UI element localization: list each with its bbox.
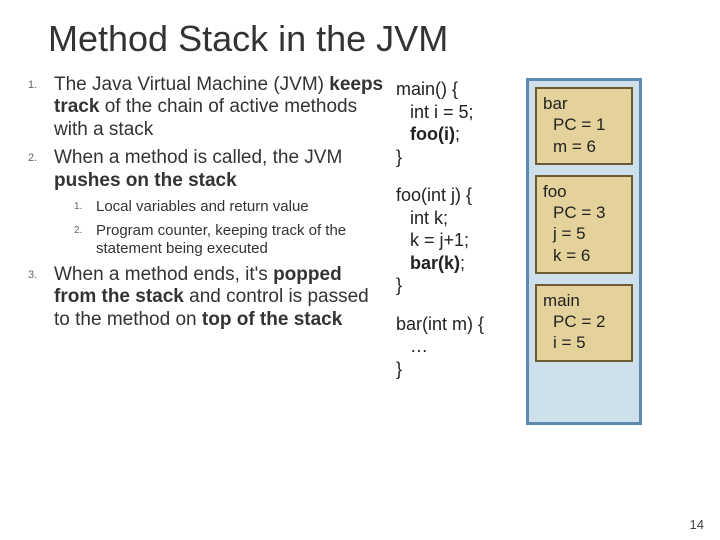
bullet-text: Local variables and return value bbox=[96, 198, 309, 216]
code-line: k = j+1; bbox=[396, 229, 516, 252]
code-call: bar(k) bbox=[410, 253, 460, 273]
bullet-num: 1. bbox=[74, 198, 96, 216]
bold-text: top of the stack bbox=[202, 309, 342, 330]
code-block-foo: foo(int j) { int k; k = j+1; bar(k); } bbox=[396, 184, 516, 297]
bold-text: pushes on the stack bbox=[54, 170, 237, 191]
text-run: of the chain of active methods with a st… bbox=[54, 96, 357, 139]
code-line: } bbox=[396, 146, 516, 169]
code-line: } bbox=[396, 274, 516, 297]
stack-container: bar PC = 1 m = 6 foo PC = 3 j = 5 k = 6 … bbox=[526, 78, 642, 425]
frame-line: m = 6 bbox=[543, 136, 625, 157]
frame-name: bar bbox=[543, 93, 625, 114]
frame-line: j = 5 bbox=[543, 223, 625, 244]
bullet-num: 3. bbox=[28, 264, 54, 331]
bullet-text: When a method ends, it's popped from the… bbox=[54, 264, 386, 331]
right-column: main() { int i = 5; foo(i); } foo(int j)… bbox=[396, 74, 702, 425]
code-line: foo(i); bbox=[396, 123, 516, 146]
frame-name: foo bbox=[543, 181, 625, 202]
stack-frame-bar: bar PC = 1 m = 6 bbox=[535, 87, 633, 165]
code-block-bar: bar(int m) { … } bbox=[396, 313, 516, 381]
text-run: When a method ends, it's bbox=[54, 264, 273, 285]
bullet-column: 1. The Java Virtual Machine (JVM) keeps … bbox=[28, 74, 386, 425]
page-number: 14 bbox=[690, 517, 704, 532]
frame-line: PC = 2 bbox=[543, 311, 625, 332]
bullet-2: 2. When a method is called, the JVM push… bbox=[28, 147, 386, 192]
text-run: ; bbox=[460, 253, 465, 273]
code-line: bar(int m) { bbox=[396, 313, 516, 336]
code-line: int k; bbox=[396, 207, 516, 230]
code-block-main: main() { int i = 5; foo(i); } bbox=[396, 78, 516, 168]
bullet-text: Program counter, keeping track of the st… bbox=[96, 222, 386, 258]
code-line: … bbox=[396, 335, 516, 358]
text-run: ; bbox=[455, 124, 460, 144]
frame-line: i = 5 bbox=[543, 332, 625, 353]
stack-column: bar PC = 1 m = 6 foo PC = 3 j = 5 k = 6 … bbox=[526, 74, 702, 425]
sub-bullet-2: 2. Program counter, keeping track of the… bbox=[74, 222, 386, 258]
sublist: 1. Local variables and return value 2. P… bbox=[28, 198, 386, 258]
code-column: main() { int i = 5; foo(i); } foo(int j)… bbox=[396, 74, 516, 396]
frame-line: k = 6 bbox=[543, 245, 625, 266]
bullet-3: 3. When a method ends, it's popped from … bbox=[28, 264, 386, 331]
slide-title: Method Stack in the JVM bbox=[0, 0, 720, 60]
code-call: foo(i) bbox=[410, 124, 455, 144]
slide-content: 1. The Java Virtual Machine (JVM) keeps … bbox=[0, 60, 720, 425]
bullet-num: 2. bbox=[74, 222, 96, 258]
frame-line: PC = 1 bbox=[543, 114, 625, 135]
code-line: foo(int j) { bbox=[396, 184, 516, 207]
code-line: } bbox=[396, 358, 516, 381]
bullet-num: 1. bbox=[28, 74, 54, 141]
code-line: int i = 5; bbox=[396, 101, 516, 124]
bullet-1: 1. The Java Virtual Machine (JVM) keeps … bbox=[28, 74, 386, 141]
bullet-num: 2. bbox=[28, 147, 54, 192]
bullet-text: When a method is called, the JVM pushes … bbox=[54, 147, 386, 192]
frame-line: PC = 3 bbox=[543, 202, 625, 223]
stack-frame-foo: foo PC = 3 j = 5 k = 6 bbox=[535, 175, 633, 274]
text-run: When a method is called, the JVM bbox=[54, 147, 342, 168]
text-run: The Java Virtual Machine (JVM) bbox=[54, 74, 329, 95]
sub-bullet-1: 1. Local variables and return value bbox=[74, 198, 386, 216]
frame-name: main bbox=[543, 290, 625, 311]
code-line: bar(k); bbox=[396, 252, 516, 275]
stack-frame-main: main PC = 2 i = 5 bbox=[535, 284, 633, 362]
code-line: main() { bbox=[396, 78, 516, 101]
bullet-text: The Java Virtual Machine (JVM) keeps tra… bbox=[54, 74, 386, 141]
